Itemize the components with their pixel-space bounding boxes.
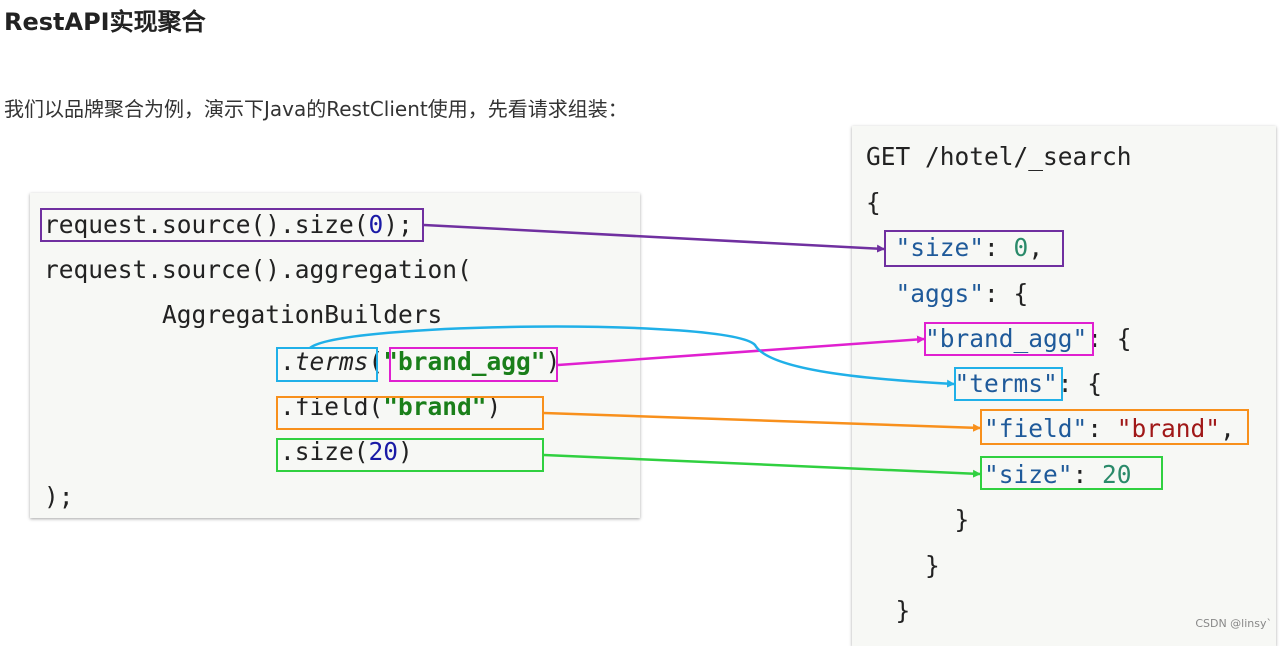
watermark: CSDN @linsy`	[1195, 617, 1272, 630]
green-mapping-arrow	[543, 453, 981, 478]
purple-mapping-arrow	[423, 223, 885, 253]
mapping-arrows	[309, 223, 981, 478]
cyan-mapping-arrow	[309, 325, 955, 388]
magenta-mapping-arrow	[557, 335, 925, 367]
orange-mapping-arrow	[543, 411, 981, 432]
